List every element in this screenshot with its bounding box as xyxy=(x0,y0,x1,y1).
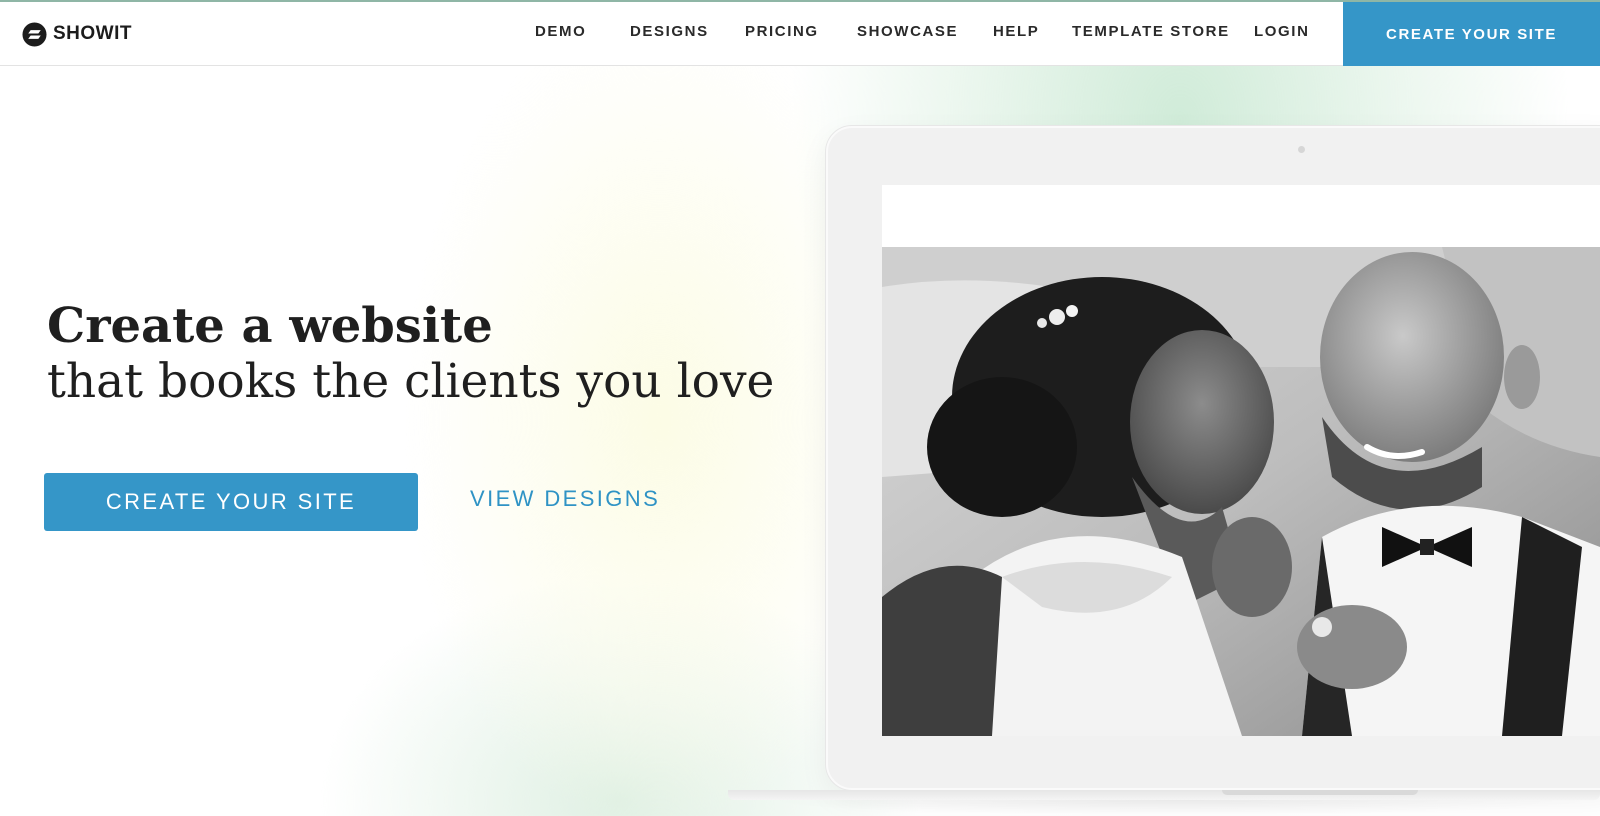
brand-logo[interactable]: SHOWIT xyxy=(22,21,132,47)
showit-logo-icon xyxy=(22,21,47,47)
hero-title: Create a website xyxy=(47,298,493,354)
nav-item-help[interactable]: HELP xyxy=(993,23,1039,45)
header-create-site-button[interactable]: CREATE YOUR SITE xyxy=(1343,2,1600,66)
nav-item-showcase[interactable]: SHOWCASE xyxy=(857,23,958,45)
laptop-base-notch xyxy=(1222,790,1418,795)
nav-item-pricing[interactable]: PRICING xyxy=(745,23,819,45)
hero-subtitle: that books the clients you love xyxy=(47,354,775,409)
brand-name: SHOWIT xyxy=(53,23,132,44)
create-site-button[interactable]: CREATE YOUR SITE xyxy=(44,473,418,531)
view-designs-link[interactable]: VIEW DESIGNS xyxy=(470,486,660,518)
nav-item-login[interactable]: LOGIN xyxy=(1254,23,1310,45)
site-header: SHOWIT DEMO DESIGNS PRICING SHOWCASE HEL… xyxy=(0,2,1600,66)
nav-item-template-store[interactable]: TEMPLATE STORE xyxy=(1072,23,1230,45)
laptop-shadow xyxy=(760,800,1600,816)
nav-item-demo[interactable]: DEMO xyxy=(535,23,586,45)
laptop-screen xyxy=(882,185,1600,736)
hero-photo xyxy=(882,247,1600,736)
nav-item-designs[interactable]: DESIGNS xyxy=(630,23,709,45)
laptop-base xyxy=(728,790,1600,800)
couple-photo-image xyxy=(882,247,1600,736)
laptop-camera xyxy=(1298,146,1305,153)
